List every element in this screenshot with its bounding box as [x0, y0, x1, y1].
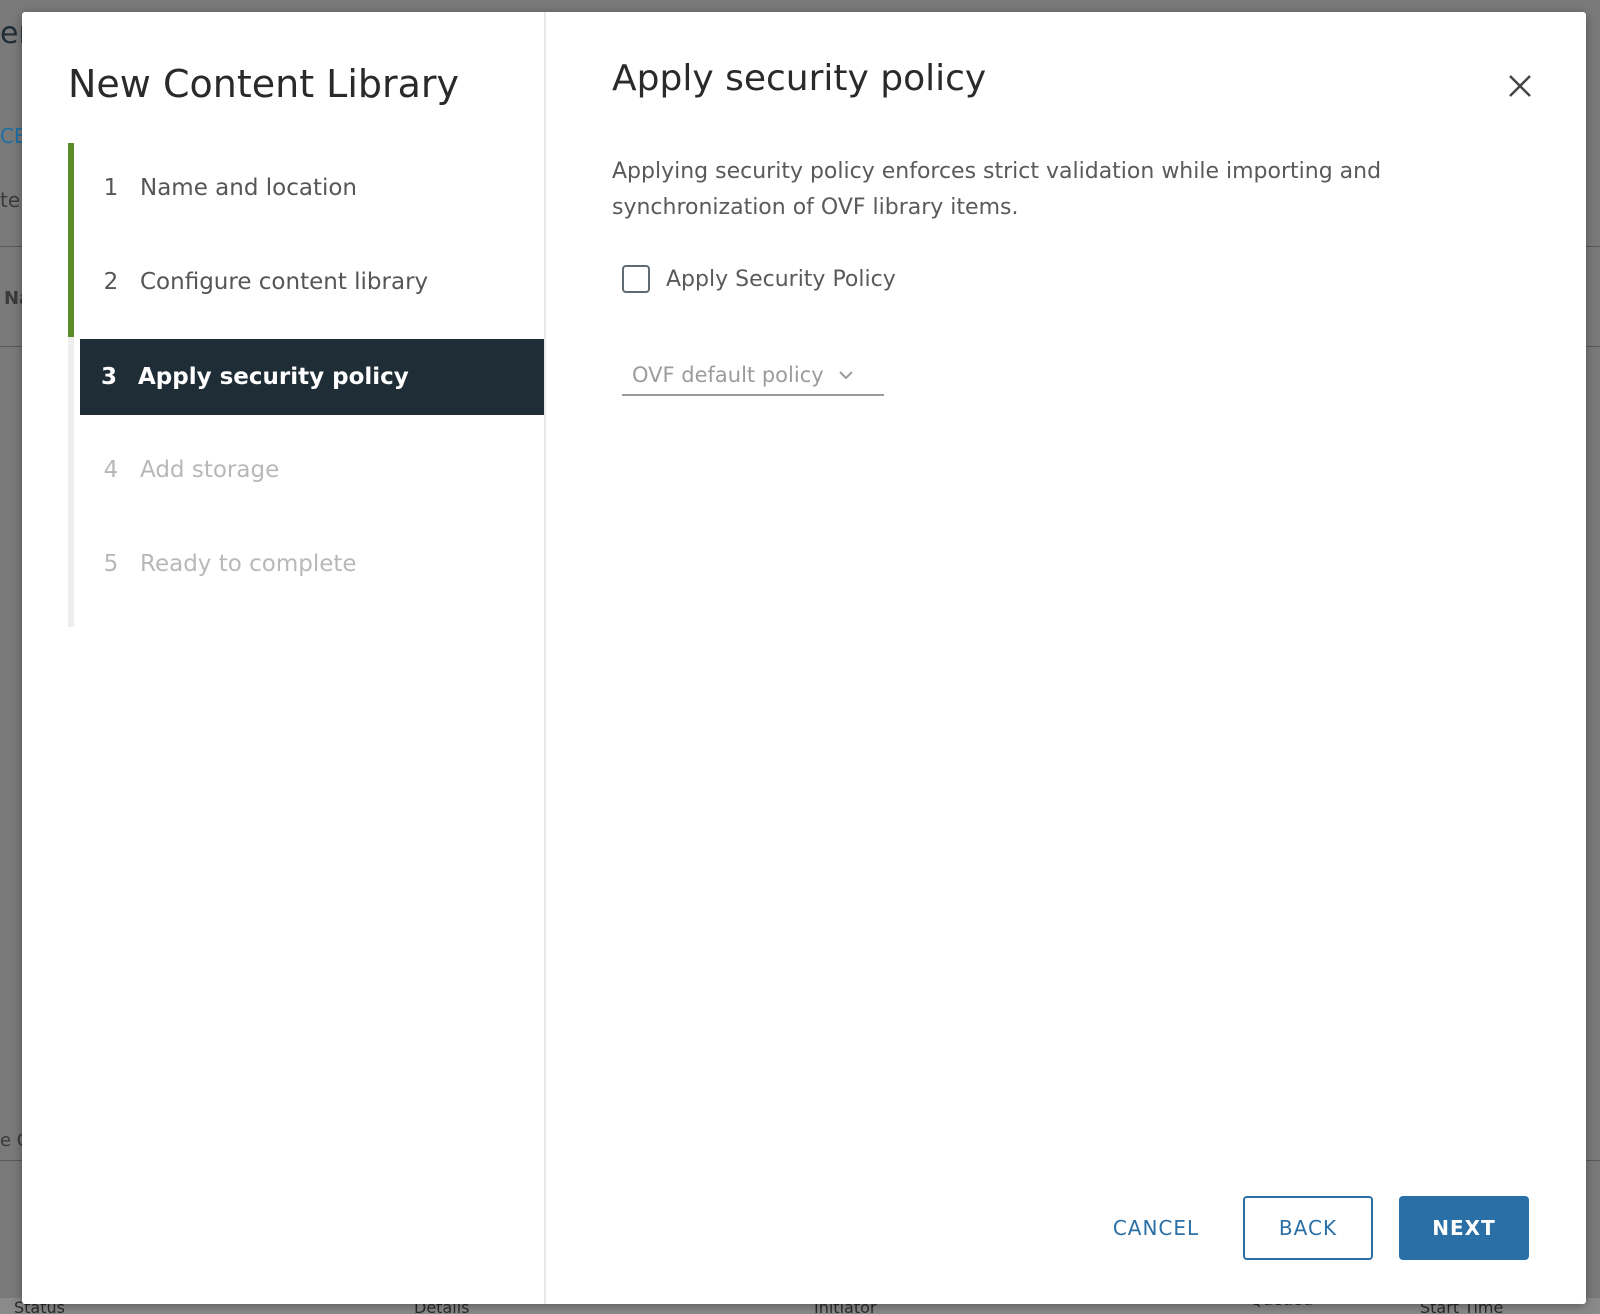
back-button[interactable]: BACK: [1243, 1196, 1373, 1260]
step-progress-track: [68, 143, 74, 627]
close-icon: [1509, 75, 1531, 97]
security-policy-select[interactable]: OVF default policy: [622, 356, 884, 396]
step-number: 3: [100, 364, 117, 390]
step-progress-completed: [68, 143, 74, 337]
cancel-button[interactable]: CANCEL: [1086, 1196, 1226, 1260]
step-number: 2: [103, 269, 119, 295]
wizard-steps-pane: New Content Library 1 Name and location …: [22, 12, 546, 1304]
policy-description: Applying security policy enforces strict…: [612, 159, 1382, 220]
step-label: Add storage: [140, 457, 280, 483]
step-number: 4: [103, 457, 119, 483]
step-apply-security-policy[interactable]: 3 Apply security policy: [80, 339, 544, 415]
apply-security-policy-checkbox[interactable]: [622, 265, 650, 293]
step-label: Name and location: [140, 175, 358, 201]
step-add-storage: 4 Add storage: [82, 432, 546, 508]
apply-security-policy-option[interactable]: Apply Security Policy: [622, 265, 896, 293]
wizard-title: New Content Library: [68, 62, 460, 106]
step-number: 1: [103, 175, 119, 201]
new-content-library-dialog: New Content Library 1 Name and location …: [22, 12, 1586, 1304]
step-label: Apply security policy: [138, 364, 409, 390]
step-label: Configure content library: [140, 269, 429, 295]
chevron-down-icon: [838, 369, 854, 381]
step-label: Ready to complete: [140, 551, 357, 577]
step-number: 5: [103, 551, 119, 577]
background-input-fragment: te: [0, 188, 21, 212]
step-configure-content-library[interactable]: 2 Configure content library: [82, 244, 546, 320]
next-button[interactable]: NEXT: [1399, 1196, 1529, 1260]
page-title: Apply security policy: [612, 58, 987, 99]
close-button[interactable]: [1504, 70, 1536, 102]
apply-security-policy-label[interactable]: Apply Security Policy: [666, 267, 896, 292]
step-ready-to-complete: 5 Ready to complete: [82, 526, 546, 602]
step-name-and-location[interactable]: 1 Name and location: [82, 150, 546, 226]
security-policy-select-value: OVF default policy: [632, 363, 824, 387]
wizard-content-pane: Apply security policy Applying security …: [546, 12, 1586, 1304]
